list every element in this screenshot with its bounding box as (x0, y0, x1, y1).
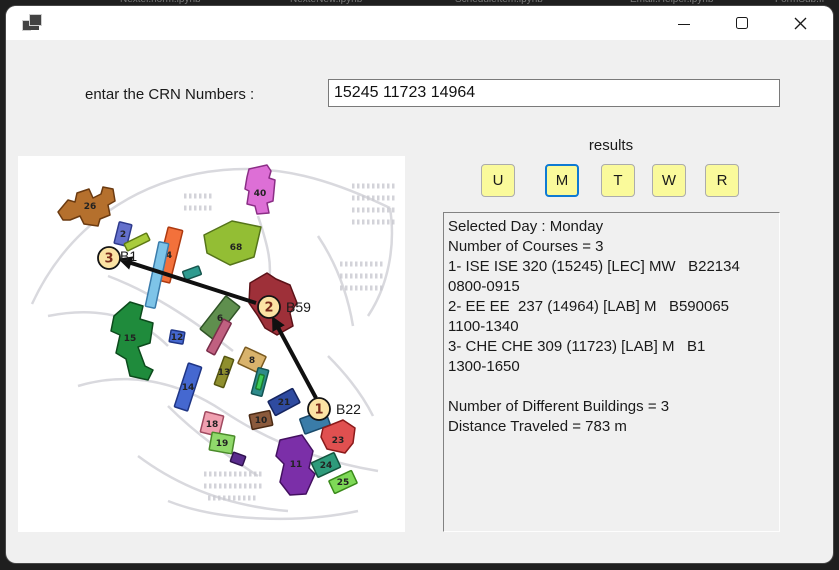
output-line: 0800-0915 (448, 277, 777, 297)
building-label-18: 18 (206, 420, 219, 430)
minimize-button[interactable] (664, 6, 704, 40)
campus-map: 26406824615121413892110181911232425B1123… (18, 156, 405, 532)
building-label-23: 23 (332, 436, 345, 446)
route-marker-number-1: 1 (314, 403, 323, 418)
building-label-14: 14 (182, 383, 195, 393)
day-button-W[interactable]: W (652, 164, 686, 197)
output-line: 3- CHE CHE 309 (11723) [LAB] M B1 (448, 337, 777, 357)
day-button-R[interactable]: R (705, 164, 739, 197)
day-button-U[interactable]: U (481, 164, 515, 197)
results-output-box[interactable]: Selected Day : MondayNumber of Courses =… (443, 212, 780, 532)
crn-input[interactable] (328, 79, 780, 107)
building-label-40: 40 (254, 189, 267, 199)
route-marker-label-B1: B1 (120, 248, 137, 264)
building-label-12: 12 (171, 333, 184, 343)
building-label-10: 10 (255, 416, 268, 426)
background-tab-fragment: Nextel.norm.ipynb (120, 0, 201, 5)
day-button-T[interactable]: T (601, 164, 635, 197)
building-label-26: 26 (84, 202, 97, 212)
output-line: Selected Day : Monday (448, 217, 777, 237)
output-line: Number of Different Buildings = 3 (448, 397, 777, 417)
background-tab-fragment: NexteNew.ipynb (290, 0, 362, 5)
output-line: Distance Traveled = 783 m (448, 417, 777, 437)
building-label-15: 15 (124, 334, 137, 344)
window-controls (664, 6, 820, 40)
output-line: Number of Courses = 3 (448, 237, 777, 257)
route-marker-number-3: 3 (104, 252, 113, 267)
route-marker-label-B22: B22 (336, 401, 361, 417)
maximize-button[interactable] (722, 6, 762, 40)
building-label-21: 21 (278, 398, 291, 408)
results-label: results (536, 137, 686, 154)
output-line (448, 377, 777, 397)
background-tab-fragment: ScheduleItem.ipynb (455, 0, 543, 5)
background-tab-fragment: FormSub.IP (775, 0, 828, 5)
day-button-M[interactable]: M (545, 164, 579, 197)
route-marker-label-B59: B59 (286, 299, 311, 315)
close-icon (794, 17, 807, 30)
crn-label: entar the CRN Numbers : (85, 86, 254, 103)
app-window: entar the CRN Numbers : results UMTWR Se… (6, 6, 833, 563)
route-marker-number-2: 2 (264, 301, 273, 316)
building-label-11: 11 (290, 460, 303, 470)
building-label-2: 2 (120, 230, 126, 240)
maximize-icon (736, 17, 748, 29)
output-line: 1300-1650 (448, 357, 777, 377)
output-line: 1- ISE ISE 320 (15245) [LEC] MW B22134 (448, 257, 777, 277)
background-tab-fragment: Email.Helper.ipynb (630, 0, 713, 5)
app-icon (22, 13, 41, 32)
output-line: 2- EE EE 237 (14964) [LAB] M B590065 (448, 297, 777, 317)
building-label-68: 68 (230, 243, 243, 253)
output-line: 1100-1340 (448, 317, 777, 337)
minimize-icon (678, 24, 690, 25)
close-button[interactable] (780, 6, 820, 40)
building-label-25: 25 (337, 478, 350, 488)
building-label-8: 8 (249, 356, 255, 366)
titlebar (6, 6, 833, 40)
building-label-13: 13 (218, 368, 231, 378)
building-label-24: 24 (320, 461, 333, 471)
building-label-19: 19 (216, 439, 229, 449)
